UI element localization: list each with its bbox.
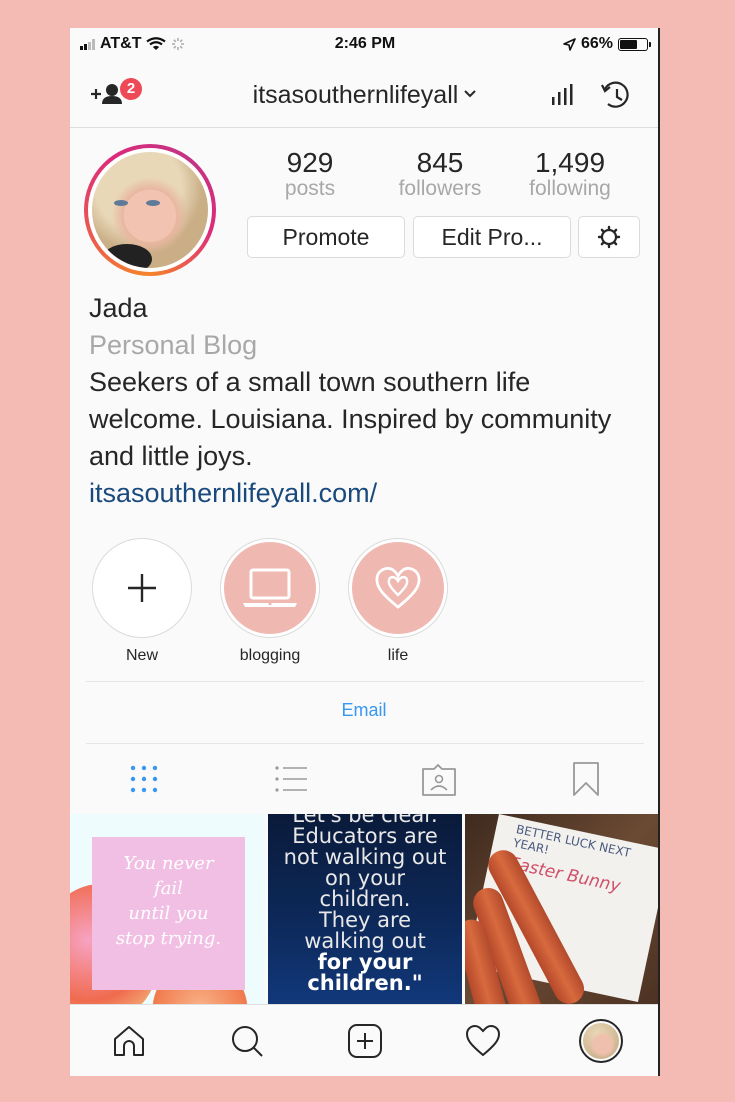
profile-tabs [70,744,659,814]
bookmark-icon [573,762,600,796]
profile-name: Jada [89,293,148,323]
profile-stats: 929 posts 845 followers 1,499 following [245,148,635,200]
post-thumbnail[interactable]: You never fail until you stop trying. [70,814,265,1004]
nav-profile[interactable] [542,1005,658,1076]
stat-label: followers [398,177,482,200]
highlight-label: life [387,647,409,664]
quote-line-bold: for your [268,952,463,973]
promote-button[interactable]: Promote [247,216,405,258]
edit-profile-button[interactable]: Edit Pro... [413,216,571,258]
stat-posts[interactable]: 929 posts [245,148,375,200]
bottom-tab-bar [70,1004,658,1076]
highlight-life[interactable]: life [348,538,448,665]
heart-outline-icon [465,1024,501,1056]
quote-line: You never [123,853,214,874]
settings-button[interactable] [578,216,640,258]
stat-following[interactable]: 1,499 following [505,148,635,200]
highlight-circle [92,538,192,638]
highlight-circle [220,538,320,638]
nav-new-post[interactable] [306,1005,424,1076]
quote-line: They are [318,908,412,932]
battery-fill [620,39,638,49]
quote-line: children. [319,887,411,911]
tab-saved[interactable] [513,744,659,814]
profile-avatar[interactable] [84,144,216,276]
nav-activity[interactable] [424,1005,542,1076]
profile-avatar-small [579,1018,623,1063]
battery-percent: 66% [580,35,613,52]
archive-button[interactable] [600,80,632,117]
bio-text: Seekers of a small town southern life we… [89,367,612,471]
heart-icon [375,567,421,609]
avatar-border [88,148,212,272]
divider [86,681,644,682]
stat-followers[interactable]: 845 followers [375,148,505,200]
email-button[interactable]: Email [70,700,658,721]
insights-button[interactable] [550,84,576,111]
gear-icon [597,225,621,249]
stat-label: posts [284,177,336,200]
stat-label: following [529,177,611,200]
nav-search[interactable] [188,1005,306,1076]
nav-home[interactable] [70,1005,188,1076]
highlight-cover [224,542,316,634]
avatar-photo [583,1022,619,1059]
quote-text: Let's be clear. Educators are not walkin… [268,814,463,994]
insights-icon [552,84,573,105]
avatar-photo [92,152,208,268]
quote-line-bold: children." [268,973,463,994]
status-right: 66% [563,35,651,53]
stat-value: 845 [416,147,464,178]
phone-screen: AT&T 2:46 PM 66% 2 itsasouthernlifeyall … [70,28,660,1076]
quote-line: Educators are [292,824,438,848]
username-title: itsasouthernlifeyall [252,81,459,109]
bold-text: children." [307,971,423,995]
quote-line: stop trying. [115,928,222,949]
post-thumbnail[interactable]: Let's be clear. Educators are not walkin… [267,814,463,1004]
highlight-label: New [125,647,158,664]
quote-line: fail [154,878,183,899]
archive-icon [601,81,629,108]
status-bar: AT&T 2:46 PM 66% [70,28,658,62]
story-highlights: New blogging life [92,538,448,665]
quote-line: until you [128,903,209,924]
website-link[interactable]: itsasouthernlifeyall.com/ [89,475,649,512]
tab-grid[interactable] [70,744,218,814]
highlight-new[interactable]: New [92,538,192,665]
profile-bio: Jada Personal Blog Seekers of a small to… [89,290,649,512]
posts-grid: You never fail until you stop trying. Le… [70,814,658,1004]
stat-value: 1,499 [534,147,606,178]
location-arrow-icon [563,37,576,51]
quote-line: not walking out [283,845,447,869]
list-icon [275,766,308,792]
profile-category: Personal Blog [89,330,258,360]
highlight-cover [352,542,444,634]
battery-icon [618,37,651,51]
tagged-icon [421,764,456,796]
quote-line: on your [324,866,406,890]
highlight-circle [348,538,448,638]
laptop-icon [243,568,297,607]
quote-card: You never fail until you stop trying. [92,837,245,990]
quote-line: walking out [304,929,426,953]
home-icon [114,1025,144,1056]
post-thumbnail[interactable]: BETTER LUCK NEXT YEAR! Easter Bunny [465,814,658,1004]
stat-value: 929 [286,147,334,178]
grid-icon [130,765,157,793]
highlight-label: blogging [239,647,301,664]
chevron-down-icon [464,90,477,98]
add-post-icon [348,1023,382,1058]
plus-icon [128,574,156,602]
tab-tagged[interactable] [365,744,513,814]
profile-nav-header: 2 itsasouthernlifeyall [70,62,658,128]
tab-list[interactable] [218,744,366,814]
highlight-blogging[interactable]: blogging [220,538,320,665]
search-icon [232,1025,263,1057]
